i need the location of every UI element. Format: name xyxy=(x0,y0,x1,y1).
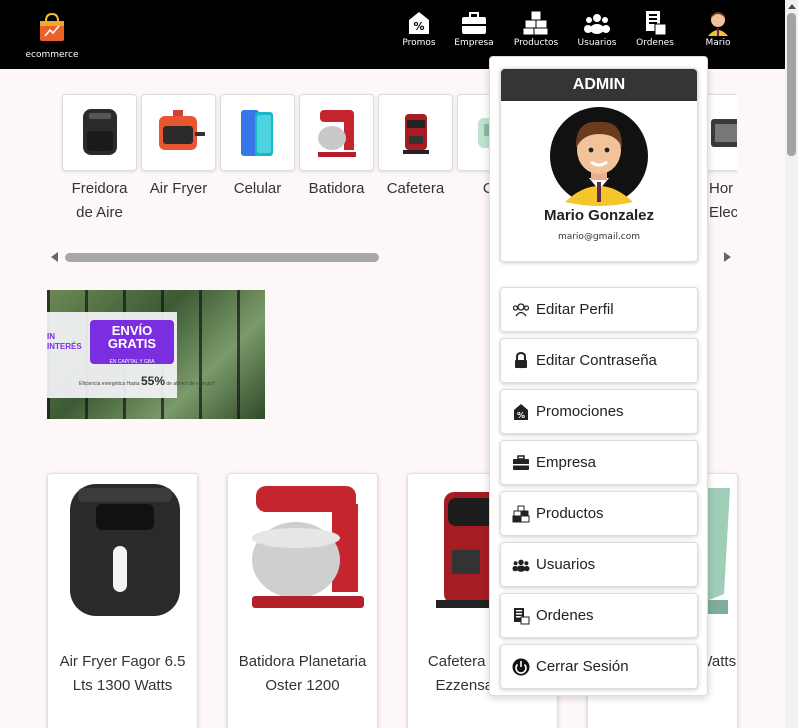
user-avatar-icon xyxy=(704,10,732,36)
menu-item-label: Editar Contraseña xyxy=(536,352,657,369)
product-name: Batidora Planetaria Oster 1200 xyxy=(238,653,367,694)
menu-item-label: Cerrar Sesión xyxy=(536,658,629,675)
svg-text:%: % xyxy=(517,411,525,420)
menu-promociones[interactable]: % Promociones xyxy=(500,389,698,434)
boxes-icon xyxy=(522,10,550,36)
category-label: Batidora xyxy=(308,180,365,197)
menu-usuarios[interactable]: Usuarios xyxy=(500,542,698,587)
menu-cerrar-sesion[interactable]: Cerrar Sesión xyxy=(500,644,698,689)
promo-tag-icon: % xyxy=(512,403,530,421)
nav-productos-label: Productos xyxy=(513,38,559,48)
profile-email: mario@gmail.com xyxy=(557,232,641,242)
banner-percent-pre: Hasta xyxy=(126,381,140,387)
category-label: Cafetera xyxy=(386,180,445,197)
briefcase-icon xyxy=(512,454,530,472)
product-image xyxy=(48,474,199,624)
product-card[interactable]: Air Fryer Fagor 6.5 Lts 1300 Watts xyxy=(47,473,198,728)
carousel-scrollbar-thumb[interactable] xyxy=(65,253,379,262)
product-image xyxy=(228,474,379,624)
product-name: Air Fryer Fagor 6.5 Lts 1300 Watts xyxy=(59,653,186,694)
nav-user-mario[interactable]: Mario xyxy=(702,10,734,48)
orders-icon xyxy=(512,607,530,625)
category-label: Freidora de Aire xyxy=(71,180,128,221)
users-icon xyxy=(512,556,530,574)
category-label: Celular xyxy=(233,180,282,197)
profile-user-name: Mario Gonzalez xyxy=(543,207,655,224)
nav-promos[interactable]: % Promos xyxy=(400,10,438,48)
scroll-up-icon[interactable] xyxy=(788,4,796,9)
category-celular[interactable]: Celular xyxy=(220,94,295,201)
promo-tag-icon: % xyxy=(405,10,433,36)
menu-item-label: Empresa xyxy=(536,454,597,471)
nav-user-label: Mario xyxy=(705,38,731,48)
menu-item-label: Editar Perfil xyxy=(536,301,614,318)
banner-interes-text: IN INTERÉS xyxy=(47,332,82,351)
banner-envio-badge: ENVÍO GRATIS EN CAPITAL Y GBA xyxy=(90,320,174,365)
page-scrollbar-thumb[interactable] xyxy=(787,13,796,156)
banner-percent-post: de ahorro de energía* xyxy=(166,381,216,387)
banner-eficiencia: Eficiencia energética xyxy=(79,381,126,387)
profile-avatar xyxy=(549,106,649,206)
menu-item-label: Usuarios xyxy=(536,556,596,573)
role-header: ADMIN xyxy=(501,69,697,101)
nav-usuarios-label: Usuarios xyxy=(577,38,617,48)
category-thumb xyxy=(141,94,216,171)
shopping-bag-icon xyxy=(38,12,66,42)
menu-item-label: Promociones xyxy=(536,403,624,420)
banner-envio-sub: EN CAPITAL Y GBA xyxy=(109,359,155,365)
category-thumb xyxy=(299,94,374,171)
banner-percent: Eficiencia energética Hasta 55% de ahorr… xyxy=(79,374,215,388)
nav-ordenes[interactable]: Ordenes xyxy=(634,10,676,48)
users-outline-icon xyxy=(512,301,530,319)
nav-empresa-label: Empresa xyxy=(454,38,494,48)
banner-percent-value: 55% xyxy=(140,374,166,388)
menu-ordenes[interactable]: Ordenes xyxy=(500,593,698,638)
category-thumb xyxy=(62,94,137,171)
product-card[interactable]: Batidora Planetaria Oster 1200 xyxy=(227,473,378,728)
svg-text:***: *** xyxy=(517,366,525,370)
menu-item-label: Ordenes xyxy=(536,607,594,624)
category-label: Air Fryer xyxy=(149,180,208,197)
brand-logo[interactable]: ecommerce xyxy=(24,12,80,60)
power-icon xyxy=(512,658,530,676)
category-thumb xyxy=(378,94,453,171)
briefcase-icon xyxy=(460,10,488,36)
carousel-scroll-right-icon[interactable] xyxy=(724,252,731,262)
svg-text:%: % xyxy=(413,20,424,33)
promo-banner[interactable]: ENVÍO GRATIS EN CAPITAL Y GBA IN INTERÉS… xyxy=(47,290,265,419)
page-scrollbar[interactable] xyxy=(785,0,798,728)
nav-productos[interactable]: Productos xyxy=(511,10,561,48)
boxes-icon xyxy=(512,505,530,523)
menu-editar-contrasena[interactable]: *** Editar Contraseña xyxy=(500,338,698,383)
nav-ordenes-label: Ordenes xyxy=(636,38,674,48)
menu-empresa[interactable]: Empresa xyxy=(500,440,698,485)
menu-editar-perfil[interactable]: Editar Perfil xyxy=(500,287,698,332)
logo-text: ecommerce xyxy=(25,50,79,60)
category-freidora[interactable]: Freidora de Aire xyxy=(62,94,137,225)
menu-item-label: Productos xyxy=(536,505,604,522)
banner-envio-title: ENVÍO GRATIS xyxy=(107,323,157,351)
category-batidora[interactable]: Batidora xyxy=(299,94,374,201)
nav-empresa[interactable]: Empresa xyxy=(454,10,494,48)
users-icon xyxy=(583,10,611,36)
lock-icon: *** xyxy=(512,351,530,370)
orders-icon xyxy=(641,10,669,36)
category-air-fryer[interactable]: Air Fryer xyxy=(141,94,216,201)
nav-promos-label: Promos xyxy=(402,38,436,48)
carousel-scroll-left-icon[interactable] xyxy=(51,252,58,262)
menu-productos[interactable]: Productos xyxy=(500,491,698,536)
profile-card: ADMIN Mario Gonzalez mario@gmail.com xyxy=(500,68,698,262)
category-thumb xyxy=(220,94,295,171)
nav-usuarios[interactable]: Usuarios xyxy=(576,10,618,48)
category-cafetera[interactable]: Cafetera xyxy=(378,94,453,201)
user-dropdown-menu: ADMIN Mario Gonzalez mario@gmail.com Edi… xyxy=(489,56,708,696)
